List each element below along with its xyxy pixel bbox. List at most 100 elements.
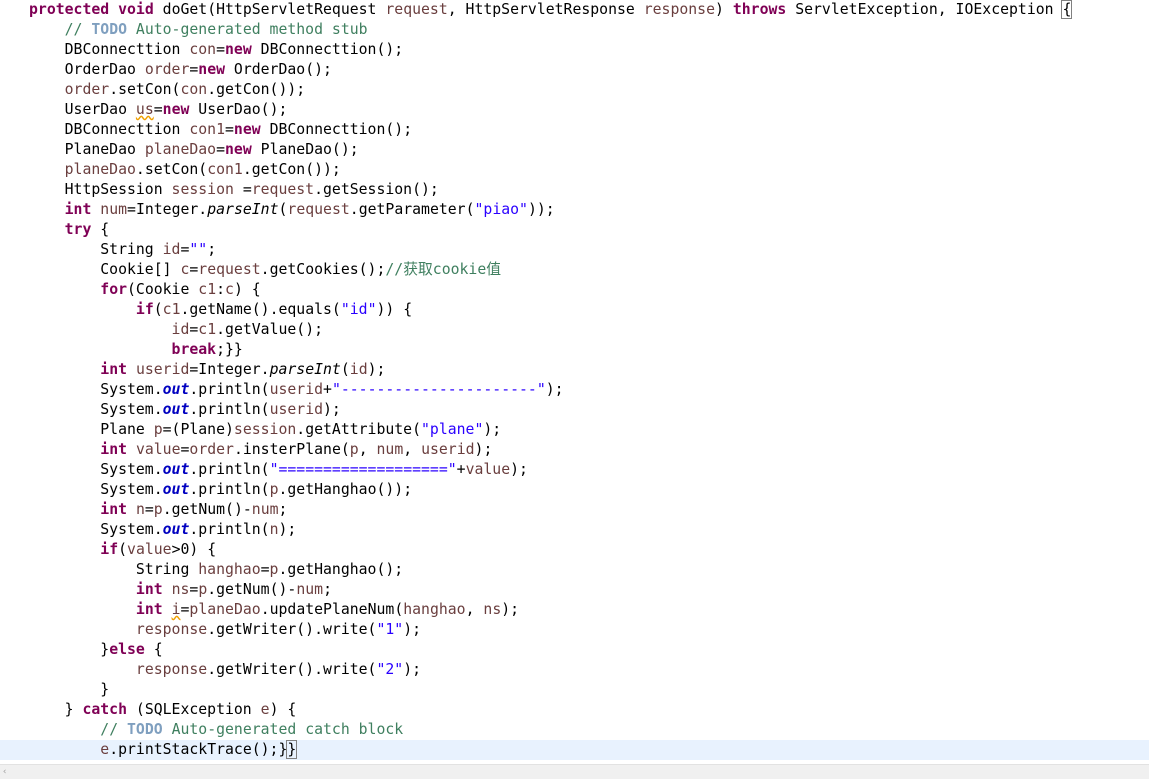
code-line[interactable]: planeDao.setCon(con1.getCon());: [29, 160, 1149, 180]
variable: c1: [162, 301, 181, 318]
code-text: }: [29, 701, 83, 718]
code-editor[interactable]: protected void doGet(HttpServletRequest …: [0, 0, 1149, 779]
code-text: =Integer.: [127, 201, 208, 218]
code-text: {: [91, 221, 110, 238]
code-line[interactable]: response.getWriter().write("1");: [29, 620, 1149, 640]
code-line[interactable]: int n=p.getNum()-num;: [29, 500, 1149, 520]
code-line[interactable]: String hanghao=p.getHanghao();: [29, 560, 1149, 580]
code-line[interactable]: int i=planeDao.updatePlaneNum(hanghao, n…: [29, 600, 1149, 620]
code-line[interactable]: System.out.println("==================="…: [29, 460, 1149, 480]
code-line[interactable]: String id="";: [29, 240, 1149, 260]
string-literal: "===================": [269, 461, 457, 478]
code-text: );: [510, 461, 528, 478]
code-line[interactable]: order.setCon(con.getCon());: [29, 80, 1149, 100]
string-literal: "piao": [474, 201, 528, 218]
code-text: .println(: [189, 481, 270, 498]
code-text: String: [29, 561, 199, 578]
code-text: .insterPlane(: [233, 441, 350, 458]
code-line[interactable]: break;}}: [29, 340, 1149, 360]
code-text: }: [29, 681, 110, 698]
variable: order: [144, 61, 190, 78]
code-text: .printStackTrace();}: [109, 741, 288, 758]
keyword: new: [225, 141, 252, 158]
code-line[interactable]: DBConnecttion con1=new DBConnecttion();: [29, 120, 1149, 140]
horizontal-scrollbar[interactable]: ‹: [0, 764, 1149, 779]
code-text: UserDao();: [189, 101, 288, 118]
code-line[interactable]: int value=order.insterPlane(p, num, user…: [29, 440, 1149, 460]
code-text: System.: [29, 401, 163, 418]
code-line[interactable]: // TODO Auto-generated method stub: [29, 20, 1149, 40]
code-line[interactable]: int num=Integer.parseInt(request.getPara…: [29, 200, 1149, 220]
code-text: .getCon());: [207, 81, 306, 98]
code-line[interactable]: response.getWriter().write("2");: [29, 660, 1149, 680]
code-text: DBConnecttion: [29, 41, 190, 58]
code-line[interactable]: id=c1.getValue();: [29, 320, 1149, 340]
keyword: new: [225, 41, 252, 58]
todo-marker: TODO: [91, 21, 128, 38]
variable: value: [465, 461, 511, 478]
code-line[interactable]: System.out.println(n);: [29, 520, 1149, 540]
variable: order: [189, 441, 234, 458]
code-text: );: [367, 361, 386, 378]
code-text: =: [225, 121, 234, 138]
code-text: .getWriter().write(: [207, 621, 377, 638]
code-line[interactable]: OrderDao order=new OrderDao();: [29, 60, 1149, 80]
code-text: .setCon(: [135, 161, 208, 178]
code-line[interactable]: System.out.println(p.getHanghao());: [29, 480, 1149, 500]
code-line[interactable]: int ns=p.getNum()-num;: [29, 580, 1149, 600]
code-text: doGet(HttpServletRequest: [153, 1, 386, 18]
code-line[interactable]: }else {: [29, 640, 1149, 660]
scroll-left-arrow-icon[interactable]: ‹: [2, 765, 12, 779]
code-line[interactable]: } catch (SQLException e) {: [29, 700, 1149, 720]
code-text: ;: [278, 501, 288, 518]
variable: userid: [421, 441, 475, 458]
code-line[interactable]: for(Cookie c1:c) {: [29, 280, 1149, 300]
static-method: parseInt: [269, 361, 341, 378]
code-text: .getHanghao());: [278, 481, 413, 498]
code-line[interactable]: int userid=Integer.parseInt(id);: [29, 360, 1149, 380]
code-line[interactable]: PlaneDao planeDao=new PlaneDao();: [29, 140, 1149, 160]
string-literal: "2": [376, 661, 404, 678]
code-text: );: [501, 601, 520, 618]
code-line[interactable]: HttpSession session =request.getSession(…: [29, 180, 1149, 200]
code-line[interactable]: protected void doGet(HttpServletRequest …: [29, 0, 1149, 20]
code-line[interactable]: if(c1.getName().equals("id")) {: [29, 300, 1149, 320]
code-line[interactable]: if(value>0) {: [29, 540, 1149, 560]
code-text: {: [144, 641, 163, 658]
code-text: .updatePlaneNum(: [260, 601, 404, 618]
code-line[interactable]: e.printStackTrace();}}: [0, 740, 1149, 760]
code-line[interactable]: }: [29, 680, 1149, 700]
variable: num: [100, 201, 128, 218]
code-text: (: [118, 541, 128, 558]
code-text: ;}}: [216, 341, 243, 358]
keyword: catch: [82, 701, 127, 718]
code-line[interactable]: UserDao us=new UserDao();: [29, 100, 1149, 120]
keyword: void: [118, 1, 154, 18]
string-literal: "1": [376, 621, 404, 638]
matching-bracket: {: [1061, 0, 1073, 19]
code-line[interactable]: System.out.println(userid);: [29, 400, 1149, 420]
code-text: ));: [527, 201, 555, 218]
code-text: .getNum()-: [207, 581, 297, 598]
code-text: Plane: [29, 421, 154, 438]
code-text: System.: [29, 521, 163, 538]
code-text: .setCon(: [109, 81, 181, 98]
variable: request: [287, 201, 350, 218]
variable: num: [251, 501, 279, 518]
code-line[interactable]: DBConnecttion con=new DBConnecttion();: [29, 40, 1149, 60]
code-line[interactable]: try {: [29, 220, 1149, 240]
code-text: PlaneDao();: [251, 141, 359, 158]
code-line[interactable]: System.out.println(userid+"-------------…: [29, 380, 1149, 400]
code-text: .println(: [189, 461, 270, 478]
string-literal: "plane": [421, 421, 484, 438]
code-line[interactable]: Plane p=(Plane)session.getAttribute("pla…: [29, 420, 1149, 440]
code-line[interactable]: Cookie[] c=request.getCookies();//获取cook…: [29, 260, 1149, 280]
code-line[interactable]: // TODO Auto-generated catch block: [29, 720, 1149, 740]
